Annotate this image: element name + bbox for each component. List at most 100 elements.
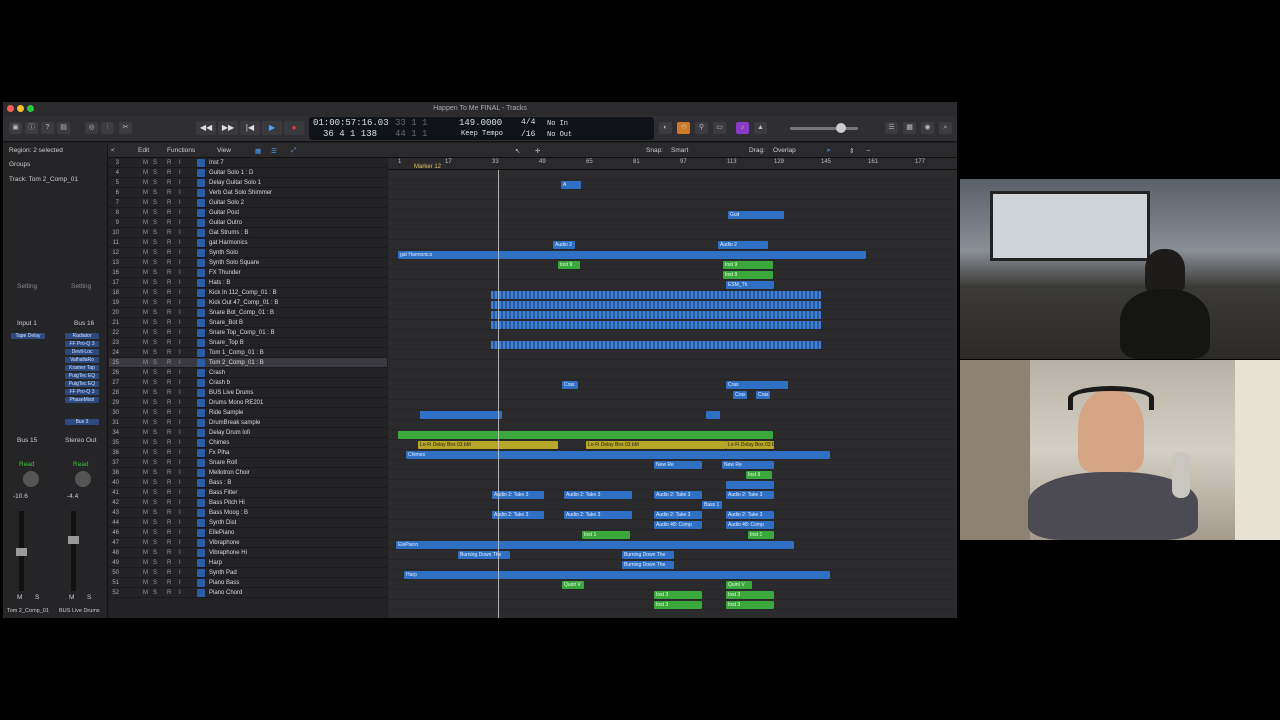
track-name[interactable]: Kick In 112_Comp_01 : B	[209, 290, 277, 296]
region[interactable]: Guit	[728, 211, 784, 219]
track-name[interactable]: Synth Solo	[209, 250, 238, 256]
region[interactable]: Audio 2	[718, 241, 768, 249]
solo-button[interactable]: S	[153, 470, 157, 476]
record-enable-button[interactable]: R	[167, 460, 171, 466]
setting-button-1[interactable]: Setting	[17, 283, 37, 290]
mute-button[interactable]: M	[143, 460, 148, 466]
mute-button[interactable]: M	[143, 360, 148, 366]
mute-button[interactable]: M	[143, 320, 148, 326]
track-row[interactable]: 3 M S R I Inst 7	[109, 158, 387, 168]
region[interactable]	[491, 291, 821, 299]
mute-button[interactable]: M	[143, 590, 148, 596]
record-enable-button[interactable]: R	[167, 580, 171, 586]
track-row[interactable]: 37 M S R I Snare Roll	[109, 458, 387, 468]
region[interactable]: Audio 2: Take 3	[564, 491, 632, 499]
solo-button[interactable]: S	[153, 280, 157, 286]
mute-button[interactable]: M	[143, 300, 148, 306]
region[interactable]: Quint V	[562, 581, 584, 589]
mute-button[interactable]: M	[143, 380, 148, 386]
mute-button[interactable]: M	[143, 450, 148, 456]
track-lane[interactable]	[388, 210, 957, 220]
solo-button[interactable]: S	[153, 340, 157, 346]
input-monitor-button[interactable]: I	[179, 410, 181, 416]
track-name[interactable]: Snare Bot_Comp_01 : B	[209, 310, 274, 316]
record-enable-button[interactable]: R	[167, 410, 171, 416]
record-enable-button[interactable]: R	[167, 160, 171, 166]
record-enable-button[interactable]: R	[167, 480, 171, 486]
mute-button[interactable]: M	[143, 350, 148, 356]
track-row[interactable]: 11 M S R Igat Harmonics	[109, 238, 387, 248]
track-row[interactable]: 21 M S R I Snare_Bot B	[109, 318, 387, 328]
record-enable-button[interactable]: R	[167, 310, 171, 316]
region[interactable]: Inst 1	[748, 531, 774, 539]
track-row[interactable]: 17 M S R I Hats : B	[109, 278, 387, 288]
region[interactable]: Audio 2: Take 3	[492, 511, 544, 519]
input-monitor-button[interactable]: I	[179, 270, 181, 276]
track-name[interactable]: Crash b	[209, 380, 230, 386]
track-row[interactable]: 7 M S R I Guitar Solo 2	[109, 198, 387, 208]
solo-button[interactable]: S	[153, 190, 157, 196]
solo-button[interactable]: S	[153, 440, 157, 446]
input-monitor-button[interactable]: I	[179, 520, 181, 526]
input-monitor-button[interactable]: I	[179, 220, 181, 226]
mute-button[interactable]: M	[143, 550, 148, 556]
master-volume-slider[interactable]	[790, 127, 858, 130]
waveform-zoom-icon[interactable]: ⫸	[827, 147, 831, 155]
mute-button[interactable]: M	[143, 420, 148, 426]
track-lane[interactable]	[388, 470, 957, 480]
track-name[interactable]: Synth Dist	[209, 520, 236, 526]
record-enable-button[interactable]: R	[167, 270, 171, 276]
track-row[interactable]: 23 M S R I Snare_Top B	[109, 338, 387, 348]
track-name[interactable]: Tom 1_Comp_01 : B	[209, 350, 264, 356]
record-enable-button[interactable]: R	[167, 250, 171, 256]
track-row[interactable]: 29 M S R I Drums Mono RE201	[109, 398, 387, 408]
input-monitor-button[interactable]: I	[179, 320, 181, 326]
track-name[interactable]: Drums Mono RE201	[209, 400, 263, 406]
mute-button[interactable]: M	[143, 200, 148, 206]
fader-cap-1[interactable]	[16, 548, 27, 556]
region[interactable]: Audio 2	[553, 241, 575, 249]
mute-button[interactable]: M	[143, 270, 148, 276]
inspector-icon[interactable]: ⓘ	[25, 122, 38, 134]
track-lane[interactable]	[388, 170, 957, 180]
record-enable-button[interactable]: R	[167, 590, 171, 596]
record-enable-button[interactable]: R	[167, 190, 171, 196]
region[interactable]: Burning Down The	[622, 551, 674, 559]
track-inspector[interactable]: Track: Tom 2_Comp_01	[9, 176, 78, 183]
pointer-tool-icon[interactable]: ↖	[515, 147, 520, 155]
track-row[interactable]: 41 M S R I Bass Filter	[109, 488, 387, 498]
tuner-icon[interactable]: ⚲	[695, 122, 708, 134]
collapse-icon[interactable]: <	[111, 147, 115, 154]
solo-button[interactable]: S	[153, 370, 157, 376]
track-name[interactable]: Vibraphone Hi	[209, 550, 247, 556]
mute-button[interactable]: M	[143, 520, 148, 526]
solo-icon[interactable]: ▭	[713, 122, 726, 134]
drag-select[interactable]: Overlap	[773, 147, 796, 154]
solo-button[interactable]: S	[153, 250, 157, 256]
mute-button-1[interactable]: M	[17, 594, 22, 601]
solo-button[interactable]: S	[153, 420, 157, 426]
record-enable-button[interactable]: R	[167, 510, 171, 516]
input-monitor-button[interactable]: I	[179, 440, 181, 446]
input-monitor-button[interactable]: I	[179, 210, 181, 216]
zoom-icon[interactable]: ⇔	[865, 147, 872, 154]
setting-button-2[interactable]: Setting	[71, 283, 91, 290]
record-enable-button[interactable]: R	[167, 290, 171, 296]
record-enable-button[interactable]: R	[167, 350, 171, 356]
track-row[interactable]: 19 M S R I Kick Out 47_Comp_01 : B	[109, 298, 387, 308]
region[interactable]: Burning Down The	[622, 561, 674, 569]
output-bus15[interactable]: Bus 15	[17, 437, 37, 444]
track-lane[interactable]	[388, 500, 957, 510]
solo-button[interactable]: S	[153, 180, 157, 186]
track-name[interactable]: Crash	[209, 370, 225, 376]
output-stereo-out[interactable]: Stereo Out	[65, 437, 96, 444]
mute-button[interactable]: M	[143, 400, 148, 406]
input-monitor-button[interactable]: I	[179, 290, 181, 296]
cycle-icon[interactable]: ⟲	[677, 122, 690, 134]
plugin-slot[interactable]: Devil-Loc	[65, 349, 99, 355]
record-enable-button[interactable]: R	[167, 300, 171, 306]
mute-button[interactable]: M	[143, 260, 148, 266]
plugin-slot[interactable]: FF Pro-Q 3	[65, 389, 99, 395]
record-enable-button[interactable]: R	[167, 220, 171, 226]
track-name[interactable]: EllePiano	[209, 530, 234, 536]
